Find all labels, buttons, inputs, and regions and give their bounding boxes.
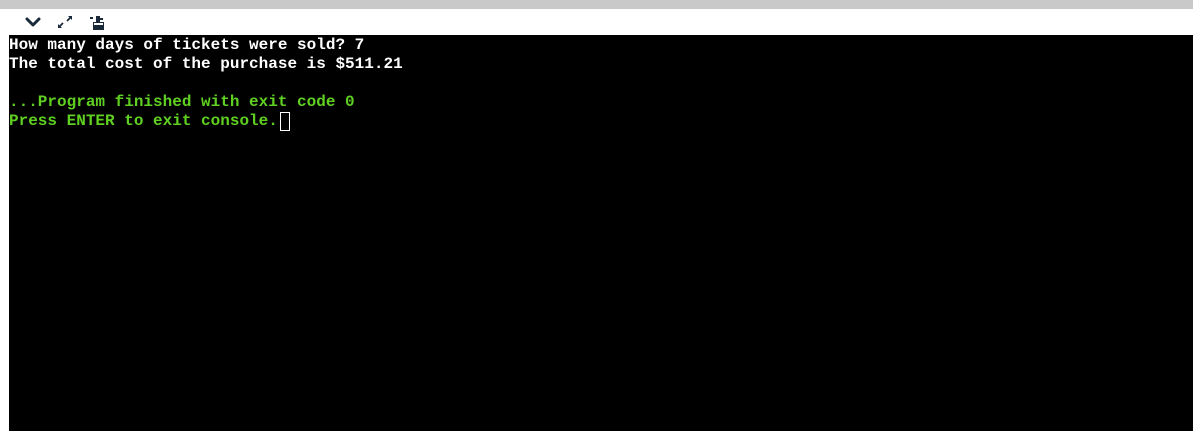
console-line: How many days of tickets were sold? 7 (9, 36, 1193, 55)
text-cursor (279, 112, 290, 131)
console-line: Press ENTER to exit console. (9, 112, 1193, 131)
app-frame: How many days of tickets were sold? 7 Th… (0, 0, 1193, 431)
expand-icon (56, 14, 74, 30)
console-output[interactable]: How many days of tickets were sold? 7 Th… (9, 35, 1193, 431)
collapse-console-button[interactable] (19, 11, 47, 33)
clear-console-icon (88, 13, 106, 31)
clear-console-button[interactable] (83, 11, 111, 33)
expand-console-button[interactable] (51, 11, 79, 33)
console-toolbar (9, 9, 1193, 35)
chevron-down-icon (25, 16, 41, 28)
console-line: ...Program finished with exit code 0 (9, 93, 1193, 112)
window-left-border (0, 9, 9, 431)
console-line-text: Press ENTER to exit console. (9, 112, 278, 130)
window-top-border (0, 0, 1193, 9)
console-line-text: How many days of tickets were sold? 7 (9, 36, 365, 54)
console-line-text: ...Program finished with exit code 0 (9, 93, 355, 111)
console-line: The total cost of the purchase is $511.2… (9, 55, 1193, 74)
console-line-text: The total cost of the purchase is $511.2… (9, 55, 403, 73)
